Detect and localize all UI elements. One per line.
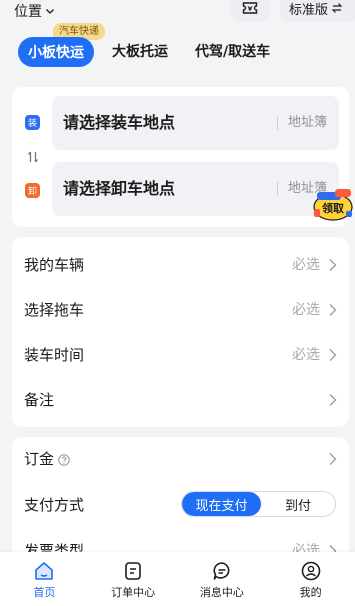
form-row-select-trailer[interactable]: 选择拖车 必选 [12, 288, 349, 332]
tab-driver-service[interactable]: 代驾/取送车 [195, 37, 270, 67]
nav-label: 我的 [299, 586, 322, 599]
ticket-icon [242, 2, 258, 14]
nav-label: 消息中心 [199, 586, 244, 599]
deposit-label: 订金 [24, 450, 55, 468]
form-row-label: 我的车辆 [24, 256, 85, 274]
payment-method-toggle[interactable]: 现在支付 到付 [181, 491, 336, 517]
coupon-graphic-icon: 领取 [313, 189, 353, 221]
payment-method-label: 支付方式 [24, 496, 85, 514]
tab-large-carrier[interactable]: 大板托运 [112, 37, 168, 67]
chevron-right-icon [329, 259, 337, 271]
swap-vertical-icon[interactable] [26, 150, 40, 164]
form-row-remarks[interactable]: 备注 [12, 378, 349, 422]
swap-icon [331, 3, 343, 13]
load-tag: 装 [25, 115, 40, 130]
top-bar: 位置 标准版 [0, 0, 355, 22]
form-row-label: 装车时间 [24, 346, 85, 364]
message-icon [213, 562, 230, 580]
claim-label: 领取 [321, 201, 344, 215]
form-row-value: 必选 [292, 347, 320, 363]
form-row-value: 必选 [292, 302, 320, 318]
nav-home[interactable]: 首页 [0, 552, 89, 606]
chevron-right-icon [329, 453, 337, 465]
nav-profile[interactable]: 我的 [266, 552, 355, 606]
load-address-placeholder: 请选择装车地点 [63, 113, 176, 132]
unload-address-placeholder: 请选择卸车地点 [63, 179, 176, 198]
nav-message-center[interactable]: 消息中心 [178, 552, 267, 606]
nav-label: 首页 [33, 586, 56, 599]
mode-switch-button[interactable]: 标准版 [280, 0, 355, 22]
unload-address-field[interactable]: 请选择卸车地点 地址簿 [52, 162, 339, 216]
mode-label: 标准版 [289, 2, 329, 18]
nav-order-center[interactable]: 订单中心 [89, 552, 178, 606]
pay-now-option[interactable]: 现在支付 [182, 492, 261, 516]
load-address-book-link[interactable]: 地址簿 [288, 96, 327, 150]
form-row-my-vehicle[interactable]: 我的车辆 必选 [12, 243, 349, 287]
payment-method-row: 支付方式 现在支付 到付 [12, 483, 349, 527]
home-icon [35, 562, 54, 580]
load-address-field[interactable]: 请选择装车地点 地址簿 [52, 96, 339, 150]
profile-icon [301, 561, 320, 581]
nav-label: 订单中心 [111, 586, 156, 599]
ticket-button[interactable] [230, 0, 270, 22]
chevron-right-icon [329, 394, 337, 406]
unload-tag: 卸 [25, 183, 40, 198]
form-row-value: 必选 [292, 257, 320, 273]
bottom-navigation: 首页 订单中心 消息中心 我的 [0, 552, 355, 606]
form-row-label: 备注 [24, 391, 55, 409]
chevron-right-icon [329, 349, 337, 361]
location-label: 位置 [14, 4, 42, 20]
tab-small-carrier[interactable]: 小板快运 [18, 37, 94, 67]
deposit-label-wrap: 订金 [24, 437, 70, 481]
pay-on-delivery-option[interactable]: 到付 [261, 492, 335, 516]
deposit-row[interactable]: 订金 [12, 437, 349, 481]
order-icon [125, 562, 141, 580]
location-selector[interactable]: 位置 [14, 1, 55, 21]
divider [277, 116, 278, 130]
divider [277, 182, 278, 196]
help-icon[interactable] [58, 453, 70, 466]
form-row-loading-time[interactable]: 装车时间 必选 [12, 333, 349, 377]
chevron-down-icon [46, 9, 54, 14]
form-row-label: 选择拖车 [24, 301, 85, 319]
claim-coupon-badge[interactable]: 领取 [312, 187, 354, 223]
chevron-right-icon [329, 304, 337, 316]
address-card: 装 卸 请选择装车地点 地址簿 请选择卸车地点 地址簿 [12, 87, 349, 227]
vehicle-form-card: 我的车辆 必选 选择拖车 必选 装车时间 必选 备注 [12, 237, 349, 427]
